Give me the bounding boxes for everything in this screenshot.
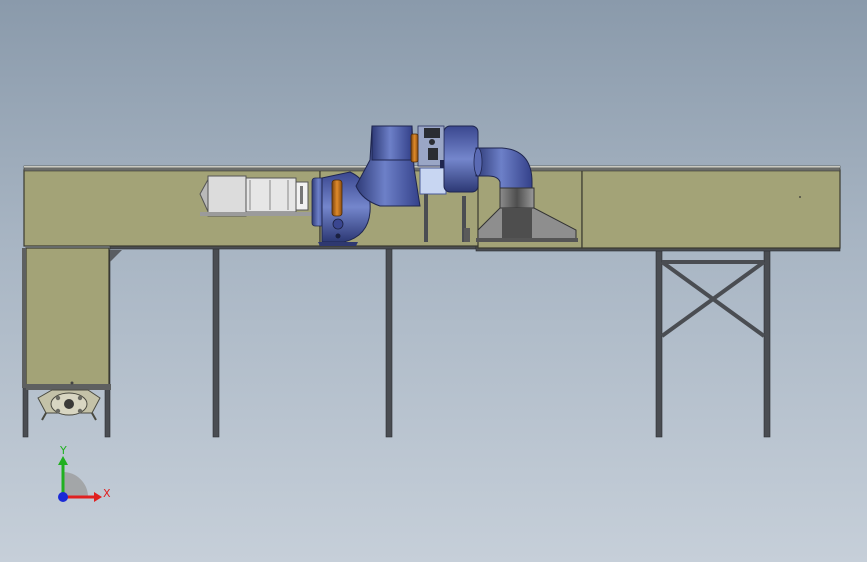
z-axis-dot <box>58 492 68 502</box>
upper-fan-housing <box>443 125 479 193</box>
upper-motor <box>410 133 419 163</box>
transition-light-panel <box>419 167 447 195</box>
x-axis-label: X <box>103 487 111 500</box>
y-axis-label: Y <box>59 444 67 457</box>
leg-left-center <box>212 247 220 438</box>
vertical-hopper-duct <box>22 247 111 390</box>
cross-bracing <box>660 260 766 338</box>
leg-bracket <box>110 250 122 262</box>
leg-center <box>385 247 393 438</box>
duct-far-right-section <box>581 169 841 249</box>
hood-neck <box>499 187 535 209</box>
leg-right-b <box>763 249 771 438</box>
y-axis-arrow <box>58 456 68 465</box>
hopper-side-highlight <box>22 248 26 388</box>
hopper-bottom-flange <box>26 384 111 390</box>
fan-lower-hub <box>332 218 344 230</box>
filter-box-left <box>207 175 247 217</box>
cad-viewport[interactable]: Y X <box>0 0 867 562</box>
support-frame <box>22 240 841 438</box>
leg-right-a <box>655 249 663 438</box>
axis-triad[interactable]: Y X <box>58 444 111 502</box>
brace-horizontal <box>662 260 764 264</box>
triad-arc <box>63 472 88 497</box>
filter-housing <box>199 175 312 217</box>
hood-core <box>502 208 532 240</box>
fan-lower-motor <box>331 179 343 217</box>
duct-rivet <box>799 196 801 198</box>
x-axis-arrow <box>94 492 102 502</box>
hopper-body <box>25 247 110 387</box>
